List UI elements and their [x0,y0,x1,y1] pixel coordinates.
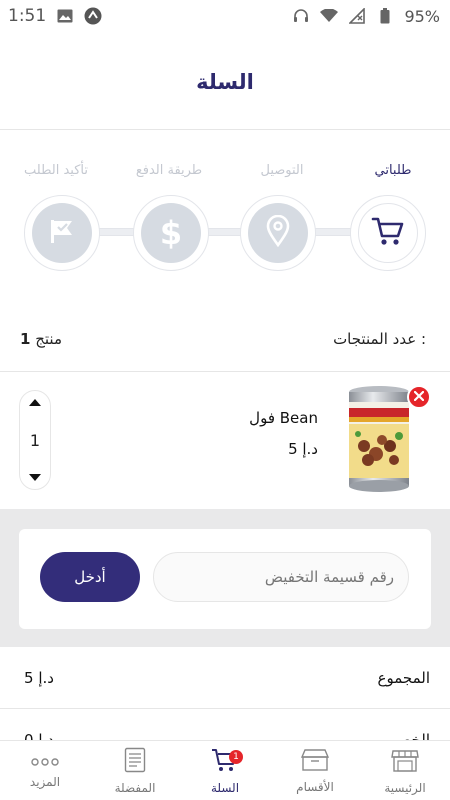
apply-coupon-button[interactable]: أدخل [40,552,140,602]
nav-label-more: المزيد [29,775,61,789]
document-icon [124,747,146,777]
step-label-delivery: التوصيل [260,163,304,178]
flag-icon [48,217,76,249]
product-name: فول Bean [249,409,318,427]
notification-icon [84,7,102,25]
signal-icon [348,7,366,25]
nav-label-cart: السلة [210,780,240,795]
status-bar: 1:51 95% [0,0,450,32]
coupon-card: أدخل [19,529,431,629]
headphones-icon [292,7,310,25]
status-left: 1:51 [8,6,102,26]
step-delivery[interactable] [240,195,316,271]
status-right: 95% [292,7,440,26]
location-pin-icon [266,214,290,251]
nav-item-home[interactable]: الرئيسية [360,741,450,800]
quantity-stepper[interactable]: 1 [19,390,51,490]
nav-item-favorites[interactable]: المفضلة [90,741,180,800]
remove-item-button[interactable] [407,385,431,409]
cart-icon [371,215,405,251]
app-header: السلة [0,32,450,130]
battery-level: 95% [404,6,440,26]
discount-label: الخصم [388,731,430,740]
quantity-value: 1 [29,430,41,450]
step-my-orders-circle [358,203,418,263]
order-totals: المجموع 5 د.إ الخصم 0 د.إ [0,647,450,740]
step-label-payment: طريقة الدفع [135,163,203,178]
checkout-stepper: طلباتي التوصيل طريقة الدفع تأكيد الطلب $ [0,130,450,290]
step-label-confirm: تأكيد الطلب [24,163,88,178]
discount-value: 0 د.إ [24,731,54,740]
product-count-row: عدد المنتجات : 1 منتج [0,290,450,372]
store-icon [391,747,419,777]
product-count-unit: منتج [35,330,62,348]
step-confirm[interactable] [24,195,100,271]
quantity-increase-button[interactable] [29,399,41,406]
step-payment[interactable]: $ [133,195,209,271]
more-icon [30,752,60,771]
product-image [344,384,414,494]
stepper-line [62,228,388,236]
close-icon [413,389,425,405]
subtotal-row: المجموع 5 د.إ [0,647,450,709]
box-icon [300,748,330,776]
wifi-icon [320,7,339,25]
product-price: 5 د.إ [288,440,318,458]
nav-item-categories[interactable]: الأقسام [270,741,360,800]
nav-label-categories: الأقسام [296,779,334,794]
nav-item-cart[interactable]: 1 السلة [180,741,270,800]
product-count-value: 1 منتج [20,330,62,348]
step-delivery-circle [248,203,308,263]
status-time: 1:51 [8,6,47,26]
image-icon [56,7,74,25]
nav-item-more[interactable]: المزيد [0,741,90,800]
coupon-section: أدخل [0,509,450,647]
cart-badge: 1 [229,750,243,764]
subtotal-value: 5 د.إ [24,669,54,687]
nav-label-favorites: المفضلة [114,780,156,795]
battery-icon [376,7,394,25]
step-payment-circle: $ [141,203,201,263]
page-title: السلة [196,69,254,94]
step-confirm-circle [32,203,92,263]
product-count-label: عدد المنتجات : [333,330,426,348]
cart-item: 1 فول Bean 5 د.إ [0,372,450,509]
subtotal-label: المجموع [377,669,430,687]
nav-label-home: الرئيسية [384,780,426,795]
step-label-my-orders: طلباتي [374,163,412,178]
dollar-icon: $ [159,214,183,252]
quantity-decrease-button[interactable] [29,474,41,481]
discount-row: الخصم 0 د.إ [0,709,450,740]
bottom-navigation: المزيد المفضلة 1 السلة الأقسام الرئيسية [0,740,450,800]
step-my-orders[interactable] [350,195,426,271]
coupon-code-input[interactable] [153,552,409,602]
product-count-number: 1 [20,330,31,348]
